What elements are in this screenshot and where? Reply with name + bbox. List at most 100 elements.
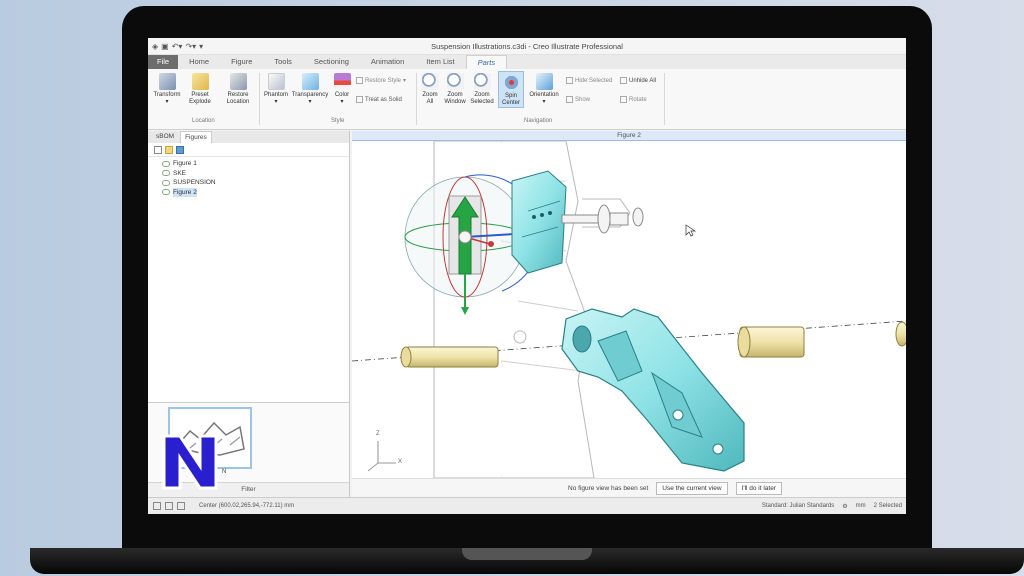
tab-animation[interactable]: Animation [360,55,415,69]
spin-center-readout: Center (600.02,265.94,-772.11) mm [199,503,295,509]
hide-selected-label: Hide Selected [575,77,613,84]
channel-logo-icon [162,434,218,490]
zoom-selected-button[interactable]: Zoom Selected [468,73,496,106]
tab-figures[interactable]: Figures [180,131,212,143]
treat-as-solid-icon [356,96,363,103]
zoom-window-label-2: Window [444,99,466,105]
panel-toolbar [148,143,349,157]
tab-sectioning[interactable]: Sectioning [303,55,360,69]
tree-item-label: Figure 1 [173,160,197,167]
preset-explode-icon [191,73,209,90]
spin-center-button[interactable]: Spin Center [498,71,524,108]
folder-icon[interactable] [165,145,173,154]
color-label: Color [334,92,350,98]
restore-label: Restore [227,92,249,98]
spin-center-label-2: Center [501,100,520,106]
zoom-selected-label-2: Selected [470,99,494,105]
rotate-button[interactable]: Rotate [620,96,647,103]
group-style-label: Style [331,118,345,124]
app-window: ◈ ▣ ↶▾ ↷▾ ▾ Suspension Illustrations.c3d… [148,38,906,514]
restore-style-button[interactable]: Restore Style ▾ [356,77,406,84]
tree-view-icon[interactable] [154,145,162,154]
zoom-selected-icon [473,73,491,90]
zoom-all-label: Zoom [422,92,438,98]
paint-bucket-icon [333,73,351,90]
phantom-button[interactable]: Phantom ▾ [261,73,291,106]
ribbon: Transform ▾ Preset Explode Restore Locati… [148,69,906,130]
tab-figure[interactable]: Figure [220,55,263,69]
standard-label[interactable]: Standard: Julian Standards [762,503,834,510]
tab-sbom[interactable]: sBOM [152,131,178,143]
unhide-all-button[interactable]: Unhide All [620,77,656,84]
selection-count: 2 Selected [873,502,902,509]
use-current-view-button[interactable]: Use the current view [656,481,728,495]
axis-triad [367,441,396,472]
status-icons [148,502,185,510]
location-label: Location [226,99,250,105]
notice-message: No figure view has been set [568,484,649,492]
phantom-label: Phantom [263,92,288,98]
tree-item-ske[interactable]: SKE [162,169,349,179]
restore-location-icon [229,73,247,90]
spin-center-label: Spin [504,93,517,99]
preset-explode-button[interactable]: Preset Explode [184,73,216,106]
restore-location-button[interactable]: Restore Location [220,73,256,106]
color-button[interactable]: Color ▾ [330,73,354,106]
ribbon-separator [416,73,417,125]
tab-file[interactable]: File [148,55,179,69]
left-bushing [400,346,499,368]
transform-button[interactable]: Transform ▾ [150,73,184,106]
treat-as-solid-label: Treat as Solid [365,96,402,103]
rotate-label: Rotate [629,96,647,103]
split-icon[interactable] [177,502,185,510]
restore-style-icon [356,77,363,84]
figure-tree: Figure 1 SKE SUSPENSION Figure 2 [148,157,349,197]
show-button[interactable]: Show [566,96,590,103]
panel-icon[interactable] [165,502,173,510]
3d-scene[interactable]: Z X [351,140,906,479]
orientation-label: Orientation [529,92,559,98]
orientation-button[interactable]: Orientation ▾ [526,73,562,106]
axis-x-label: X [398,459,403,465]
tab-home[interactable]: Home [178,55,220,69]
tab-tools[interactable]: Tools [263,55,303,69]
tree-item-figure-1[interactable]: Figure 1 [162,159,349,169]
window-title: Suspension Illustrations.c3di - Creo Ill… [431,42,623,51]
zoom-all-label-2: All [426,99,434,105]
transform-label: Transform [153,92,181,98]
transparency-button[interactable]: Transparency ▾ [291,73,329,106]
panel-tabs: sBOM Figures [148,131,349,143]
hide-selected-button[interactable]: Hide Selected [566,77,612,84]
settings-icon[interactable]: ⚙ [842,503,847,510]
graphics-viewport[interactable]: Figure 2 Z X No figure view has been set… [351,131,906,497]
do-it-later-button[interactable]: I'll do it later [735,481,782,495]
zoom-window-label: Zoom [447,92,463,98]
explode-label: Explode [189,99,211,105]
tree-item-suspension[interactable]: SUSPENSION [162,178,349,188]
ribbon-separator [664,73,665,125]
figure-icon [162,179,170,186]
show-label: Show [575,96,591,103]
tree-item-label: SUSPENSION [173,179,216,186]
layout-icon[interactable] [153,502,161,510]
zoom-window-button[interactable]: Zoom Window [442,73,468,106]
treat-as-solid-button[interactable]: Treat as Solid [356,96,402,103]
zoom-all-button[interactable]: Zoom All [418,73,442,106]
rotate-icon [620,96,627,103]
figure-view-icon[interactable] [176,145,184,154]
title-bar: ◈ ▣ ↶▾ ↷▾ ▾ Suspension Illustrations.c3d… [148,38,906,55]
status-bar: Center (600.02,265.94,-772.11) mm Standa… [148,497,906,514]
group-location-label: Location [192,118,215,124]
status-right: Standard: Julian Standards ⚙ mm 2 Select… [762,503,906,510]
tree-item-figure-2[interactable]: Figure 2 [162,187,349,197]
axis-z-label: Z [376,431,380,437]
show-icon [566,96,573,103]
tab-item-list[interactable]: Item List [415,55,465,69]
figure-view-notice: No figure view has been set Use the curr… [352,478,906,497]
unhide-all-icon [620,77,627,84]
units-label[interactable]: mm [856,503,866,510]
tree-item-label: Figure 2 [173,187,197,197]
tab-parts[interactable]: Parts [465,55,508,69]
spin-center-icon [502,74,520,91]
zoom-all-icon [421,73,439,90]
